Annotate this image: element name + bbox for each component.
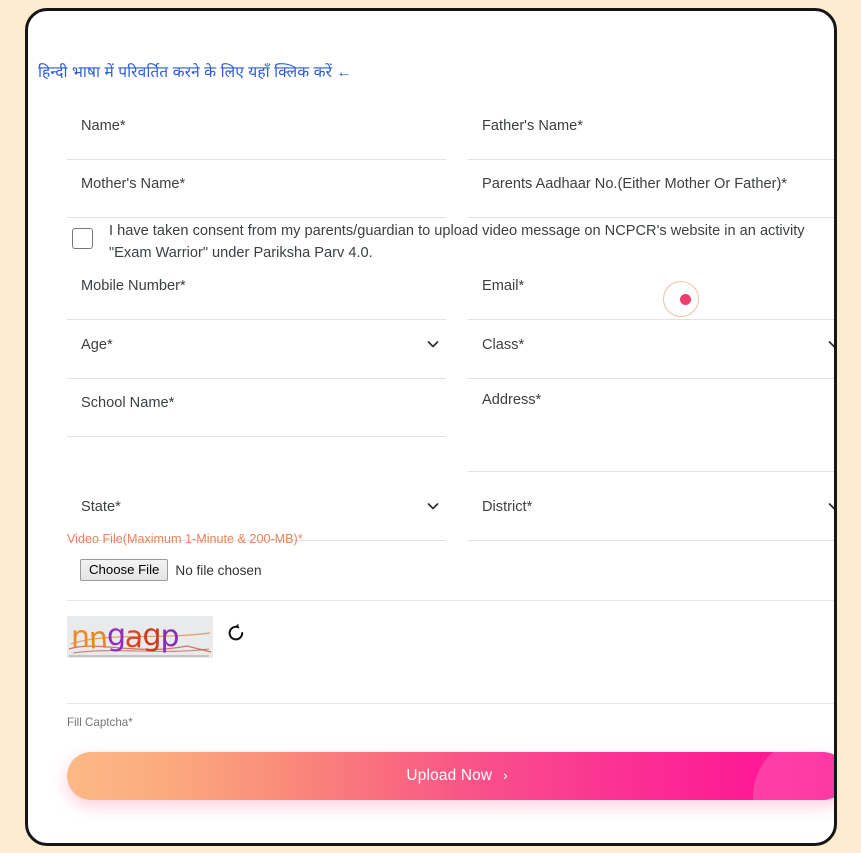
captcha-image: nngagp: [67, 616, 213, 658]
address-label: Address*: [482, 392, 542, 408]
fathers-name-field[interactable]: Father's Name*: [468, 116, 834, 160]
refresh-icon[interactable]: [225, 622, 247, 644]
captcha-char: n: [71, 620, 90, 655]
form-card: हिन्दी भाषा में परिवर्तित करने के लिए यह…: [25, 8, 837, 846]
address-underline: [468, 471, 834, 472]
name-field[interactable]: Name*: [67, 116, 446, 160]
fill-captcha-label: Fill Captcha*: [67, 716, 133, 729]
state-label: State*: [81, 499, 121, 515]
chevron-down-icon: [426, 337, 440, 351]
age-select[interactable]: Age*: [67, 335, 446, 379]
parents-aadhaar-underline: [468, 217, 834, 218]
school-name-label: School Name*: [81, 395, 175, 411]
upload-now-label: Upload Now: [406, 767, 493, 784]
captcha-block: nngagp: [67, 616, 247, 658]
district-underline: [468, 540, 834, 541]
email-field[interactable]: Email*: [468, 276, 834, 320]
captcha-char: n: [88, 620, 108, 657]
mothers-name-field[interactable]: Mother's Name*: [67, 174, 446, 218]
video-file-row: Choose File No file chosen: [80, 559, 262, 581]
school-name-field[interactable]: School Name*: [67, 393, 446, 437]
district-label: District*: [482, 499, 533, 515]
address-textarea[interactable]: Address*: [468, 392, 837, 472]
mobile-number-label: Mobile Number*: [81, 278, 186, 294]
captcha-characters: nngagp: [71, 617, 180, 656]
fathers-name-underline: [468, 159, 834, 160]
class-label: Class*: [482, 337, 525, 353]
school-name-underline: [67, 436, 446, 437]
page-root: हिन्दी भाषा में परिवर्तित करने के लिए यह…: [0, 0, 861, 853]
fathers-name-label: Father's Name*: [482, 118, 583, 134]
divider-above-captcha: [67, 600, 834, 601]
name-label: Name*: [81, 118, 126, 134]
age-label: Age*: [81, 337, 113, 353]
mothers-name-label: Mother's Name*: [81, 176, 186, 192]
chevron-right-icon: ›: [502, 767, 508, 783]
class-underline: [468, 378, 834, 379]
form-card-inner: हिन्दी भाषा में परिवर्तित करने के लिए यह…: [28, 11, 834, 843]
hindi-language-link[interactable]: हिन्दी भाषा में परिवर्तित करने के लिए यह…: [38, 60, 352, 82]
name-underline: [67, 159, 446, 160]
captcha-char: a: [123, 619, 144, 656]
video-file-label: Video File(Maximum 1-Minute & 200-MB)*: [67, 532, 303, 546]
choose-file-button[interactable]: Choose File: [80, 559, 169, 581]
textarea-resize-handle[interactable]: [834, 457, 837, 469]
email-label: Email*: [482, 278, 525, 294]
age-underline: [67, 378, 446, 379]
email-underline: [468, 319, 834, 320]
mobile-number-field[interactable]: Mobile Number*: [67, 276, 446, 320]
consent-label: I have taken consent from my parents/gua…: [109, 223, 805, 261]
divider-above-fill-captcha: [67, 703, 834, 704]
captcha-char: g: [142, 618, 161, 653]
button-sheen: [753, 752, 834, 800]
parents-aadhaar-field[interactable]: Parents Aadhaar No.(Either Mother Or Fat…: [468, 174, 834, 218]
captcha-char: p: [160, 619, 180, 654]
captcha-char: g: [107, 618, 126, 653]
mobile-number-underline: [67, 319, 446, 320]
chevron-down-icon: [827, 499, 834, 513]
file-status-text: No file chosen: [175, 562, 262, 578]
district-select[interactable]: District*: [468, 497, 834, 541]
class-select[interactable]: Class*: [468, 335, 834, 379]
chevron-down-icon: [426, 499, 440, 513]
chevron-down-icon: [827, 337, 834, 351]
mothers-name-underline: [67, 217, 446, 218]
upload-now-button[interactable]: Upload Now ›: [67, 752, 834, 800]
parents-aadhaar-label: Parents Aadhaar No.(Either Mother Or Fat…: [482, 176, 787, 192]
consent-checkbox[interactable]: [72, 228, 93, 249]
